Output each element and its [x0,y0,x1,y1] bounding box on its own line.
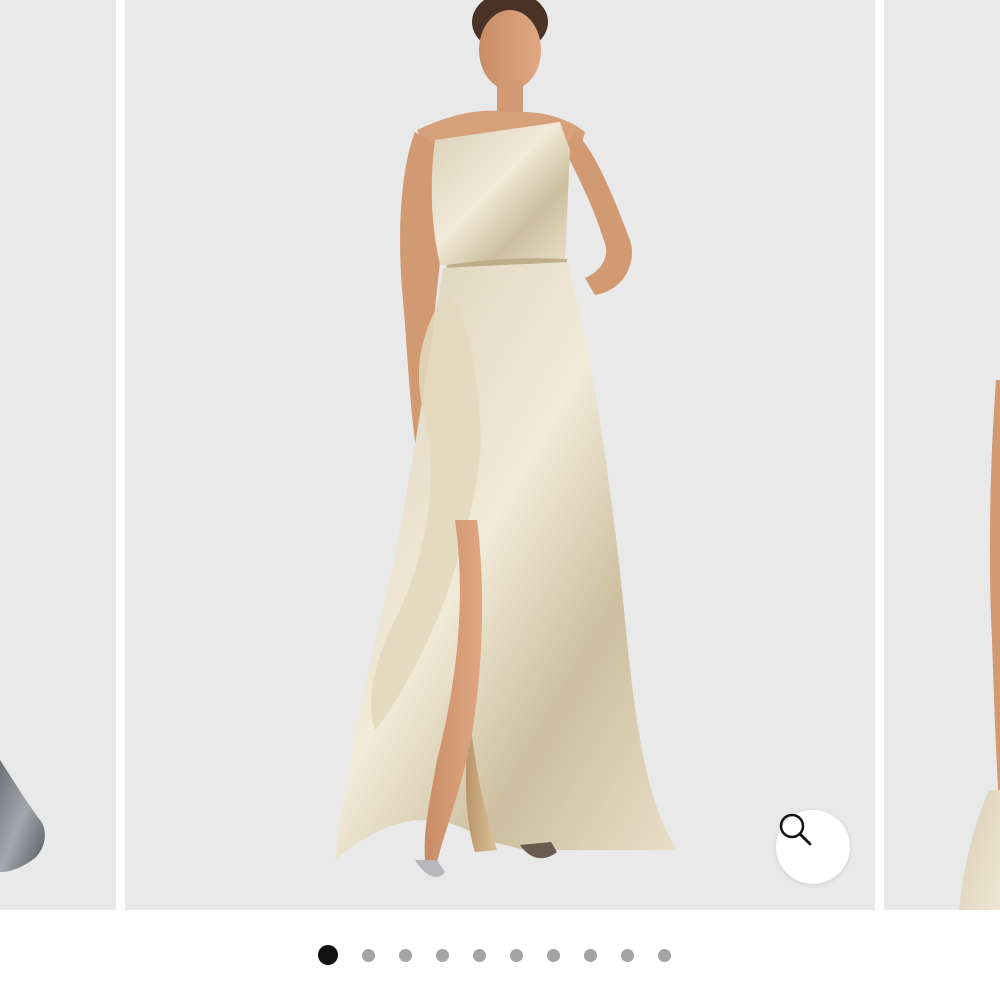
silver-gown-image [0,760,45,872]
next-slide[interactable] [884,0,1000,910]
product-image-gallery[interactable] [0,0,1000,910]
pagination-dot[interactable] [472,948,486,962]
pagination-dot[interactable] [398,948,412,962]
pagination-dot[interactable] [317,945,338,965]
zoom-button[interactable] [776,810,850,884]
current-slide[interactable] [125,0,875,910]
pagination-dot[interactable] [657,948,671,962]
pagination-dot[interactable] [509,948,523,962]
pagination-dot[interactable] [361,948,375,962]
gallery-pagination [0,940,1000,970]
next-gown-image [959,380,1000,910]
gold-gown-image [335,0,677,877]
magnifier-icon [779,813,812,846]
pagination-dot[interactable] [435,948,449,962]
pagination-dot[interactable] [620,948,634,962]
pagination-dot[interactable] [546,948,560,962]
pagination-dot[interactable] [583,948,597,962]
previous-slide[interactable] [0,0,116,910]
